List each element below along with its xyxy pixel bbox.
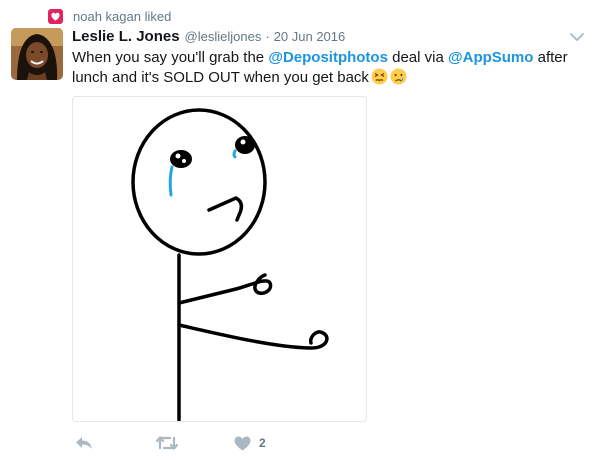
tweet-text: When you say you'll grab the @Depositpho… <box>72 48 587 91</box>
tweet-actions: 2 <box>72 432 266 454</box>
heart-icon <box>234 436 251 450</box>
tweet-text-segment: deal via <box>387 49 448 66</box>
mention-appsumo[interactable]: @AppSumo <box>448 49 533 66</box>
crying-face-icon <box>390 68 407 91</box>
reply-icon <box>76 437 92 449</box>
media-image[interactable] <box>72 96 367 422</box>
tweet-text-segment: When you say you'll grab the <box>72 49 269 66</box>
retweet-icon <box>156 436 178 450</box>
retweet-button[interactable] <box>156 435 178 451</box>
reply-button[interactable] <box>75 435 93 451</box>
chevron-down-icon[interactable] <box>569 30 585 42</box>
tweet-header: Leslie L. Jones @leslieljones · 20 Jun 2… <box>72 28 345 48</box>
social-context-text[interactable]: noah kagan liked <box>73 9 171 24</box>
avatar[interactable] <box>11 28 63 80</box>
tweet-date[interactable]: 20 Jun 2016 <box>274 29 346 44</box>
like-button[interactable]: 2 <box>234 436 266 451</box>
sad-stick-figure-image <box>131 108 329 421</box>
persevering-face-icon <box>371 68 388 91</box>
author-handle[interactable]: @leslieljones <box>185 29 262 44</box>
separator-dot: · <box>265 29 270 44</box>
mention-depositphotos[interactable]: @Depositphotos <box>268 49 388 66</box>
social-context: noah kagan liked <box>48 6 171 26</box>
like-count: 2 <box>259 436 266 450</box>
heart-badge-icon <box>48 8 63 24</box>
author-name[interactable]: Leslie L. Jones <box>72 28 180 45</box>
